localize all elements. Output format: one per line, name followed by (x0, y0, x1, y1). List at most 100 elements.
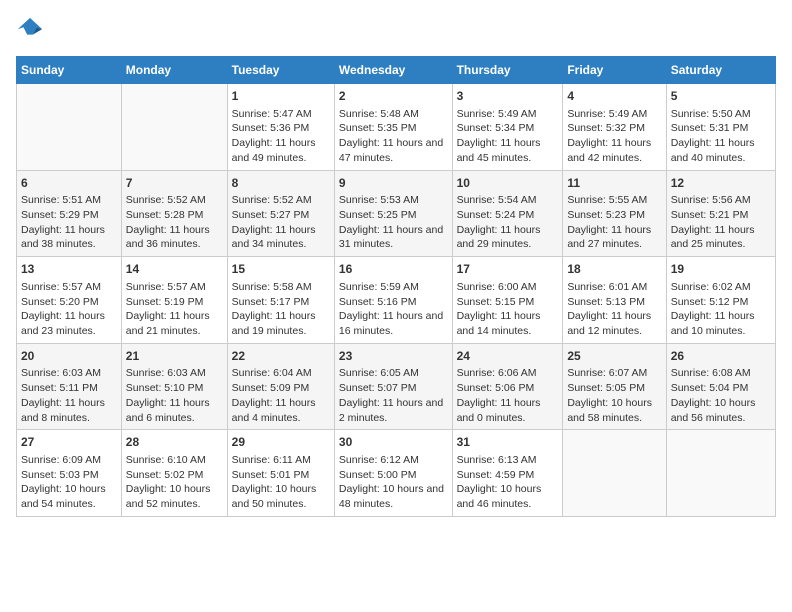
day-number: 14 (126, 261, 223, 278)
calendar-cell: 10Sunrise: 5:54 AM Sunset: 5:24 PM Dayli… (452, 170, 563, 257)
day-number: 18 (567, 261, 661, 278)
calendar-cell: 17 Sunrise: 6:00 AM Sunset: 5:15 PM Dayli… (452, 257, 563, 344)
day-number: 10 (457, 175, 559, 192)
calendar-cell: 29 Sunrise: 6:11 AM Sunset: 5:01 PM Dayli… (227, 430, 334, 517)
calendar-cell: 28 Sunrise: 6:10 AM Sunset: 5:02 PM Dayli… (121, 430, 227, 517)
calendar-cell: 21Sunrise: 6:03 AM Sunset: 5:10 PM Dayli… (121, 343, 227, 430)
day-info: Sunrise: 6:13 AM Sunset: 4:59 PM Dayligh… (457, 453, 559, 512)
day-info: Sunrise: 5:54 AM Sunset: 5:24 PM Dayligh… (457, 193, 559, 252)
day-info: Sunrise: 5:50 AM Sunset: 5:31 PM Dayligh… (671, 107, 771, 166)
calendar-cell: 6Sunrise: 5:51 AM Sunset: 5:29 PM Daylig… (17, 170, 122, 257)
calendar-cell: 4 Sunrise: 5:49 AM Sunset: 5:32 PM Daylig… (563, 84, 666, 171)
day-number: 4 (567, 88, 661, 105)
calendar-cell: 22Sunrise: 6:04 AM Sunset: 5:09 PM Dayli… (227, 343, 334, 430)
day-info: Sunrise: 5:52 AM Sunset: 5:27 PM Dayligh… (232, 193, 330, 252)
calendar-table: SundayMondayTuesdayWednesdayThursdayFrid… (16, 56, 776, 517)
calendar-row: 1Sunrise: 5:47 AM Sunset: 5:36 PM Daylig… (17, 84, 776, 171)
day-info: Sunrise: 5:52 AM Sunset: 5:28 PM Dayligh… (126, 193, 223, 252)
calendar-cell (17, 84, 122, 171)
calendar-cell: 19 Sunrise: 6:02 AM Sunset: 5:12 PM Dayli… (666, 257, 775, 344)
day-info: Sunrise: 5:51 AM Sunset: 5:29 PM Dayligh… (21, 193, 117, 252)
calendar-cell: 3 Sunrise: 5:49 AM Sunset: 5:34 PM Daylig… (452, 84, 563, 171)
day-info: Sunrise: 6:11 AM Sunset: 5:01 PM Dayligh… (232, 453, 330, 512)
day-number: 11 (567, 175, 661, 192)
day-number: 24 (457, 348, 559, 365)
calendar-cell: 24Sunrise: 6:06 AM Sunset: 5:06 PM Dayli… (452, 343, 563, 430)
logo-icon (16, 16, 44, 44)
day-info: Sunrise: 5:49 AM Sunset: 5:34 PM Dayligh… (457, 107, 559, 166)
calendar-row: 20Sunrise: 6:03 AM Sunset: 5:11 PM Dayli… (17, 343, 776, 430)
day-number: 6 (21, 175, 117, 192)
day-number: 22 (232, 348, 330, 365)
day-number: 25 (567, 348, 661, 365)
day-info: Sunrise: 5:48 AM Sunset: 5:35 PM Dayligh… (339, 107, 448, 166)
day-info: Sunrise: 5:53 AM Sunset: 5:25 PM Dayligh… (339, 193, 448, 252)
calendar-cell: 9Sunrise: 5:53 AM Sunset: 5:25 PM Daylig… (334, 170, 452, 257)
calendar-cell: 23Sunrise: 6:05 AM Sunset: 5:07 PM Dayli… (334, 343, 452, 430)
calendar-cell: 14 Sunrise: 5:57 AM Sunset: 5:19 PM Dayli… (121, 257, 227, 344)
day-number: 7 (126, 175, 223, 192)
day-info: Sunrise: 6:12 AM Sunset: 5:00 PM Dayligh… (339, 453, 448, 512)
calendar-cell: 11Sunrise: 5:55 AM Sunset: 5:23 PM Dayli… (563, 170, 666, 257)
calendar-row: 6Sunrise: 5:51 AM Sunset: 5:29 PM Daylig… (17, 170, 776, 257)
day-info: Sunrise: 5:49 AM Sunset: 5:32 PM Dayligh… (567, 107, 661, 166)
calendar-cell: 1Sunrise: 5:47 AM Sunset: 5:36 PM Daylig… (227, 84, 334, 171)
day-number: 13 (21, 261, 117, 278)
day-info: Sunrise: 5:57 AM Sunset: 5:19 PM Dayligh… (126, 280, 223, 339)
calendar-cell: 2 Sunrise: 5:48 AM Sunset: 5:35 PM Daylig… (334, 84, 452, 171)
day-info: Sunrise: 5:56 AM Sunset: 5:21 PM Dayligh… (671, 193, 771, 252)
calendar-cell: 31 Sunrise: 6:13 AM Sunset: 4:59 PM Dayli… (452, 430, 563, 517)
day-number: 27 (21, 434, 117, 451)
day-number: 9 (339, 175, 448, 192)
calendar-cell: 13Sunrise: 5:57 AM Sunset: 5:20 PM Dayli… (17, 257, 122, 344)
calendar-cell: 27 Sunrise: 6:09 AM Sunset: 5:03 PM Dayli… (17, 430, 122, 517)
day-info: Sunrise: 6:02 AM Sunset: 5:12 PM Dayligh… (671, 280, 771, 339)
calendar-row: 27 Sunrise: 6:09 AM Sunset: 5:03 PM Dayli… (17, 430, 776, 517)
day-info: Sunrise: 5:59 AM Sunset: 5:16 PM Dayligh… (339, 280, 448, 339)
calendar-cell: 5 Sunrise: 5:50 AM Sunset: 5:31 PM Daylig… (666, 84, 775, 171)
day-number: 8 (232, 175, 330, 192)
day-number: 16 (339, 261, 448, 278)
day-number: 23 (339, 348, 448, 365)
day-number: 20 (21, 348, 117, 365)
day-info: Sunrise: 6:00 AM Sunset: 5:15 PM Dayligh… (457, 280, 559, 339)
calendar-cell: 26Sunrise: 6:08 AM Sunset: 5:04 PM Dayli… (666, 343, 775, 430)
day-number: 28 (126, 434, 223, 451)
calendar-cell: 18Sunrise: 6:01 AM Sunset: 5:13 PM Dayli… (563, 257, 666, 344)
calendar-cell (563, 430, 666, 517)
day-number: 3 (457, 88, 559, 105)
day-number: 26 (671, 348, 771, 365)
weekday-header: Tuesday (227, 57, 334, 84)
calendar-cell: 16 Sunrise: 5:59 AM Sunset: 5:16 PM Dayli… (334, 257, 452, 344)
weekday-header: Monday (121, 57, 227, 84)
weekday-header: Thursday (452, 57, 563, 84)
day-number: 5 (671, 88, 771, 105)
calendar-cell (121, 84, 227, 171)
day-info: Sunrise: 6:03 AM Sunset: 5:10 PM Dayligh… (126, 366, 223, 425)
day-info: Sunrise: 6:09 AM Sunset: 5:03 PM Dayligh… (21, 453, 117, 512)
day-info: Sunrise: 5:55 AM Sunset: 5:23 PM Dayligh… (567, 193, 661, 252)
logo (16, 16, 48, 44)
weekday-header: Friday (563, 57, 666, 84)
day-number: 1 (232, 88, 330, 105)
calendar-cell: 7Sunrise: 5:52 AM Sunset: 5:28 PM Daylig… (121, 170, 227, 257)
day-info: Sunrise: 6:10 AM Sunset: 5:02 PM Dayligh… (126, 453, 223, 512)
weekday-header: Sunday (17, 57, 122, 84)
day-number: 12 (671, 175, 771, 192)
calendar-cell: 30Sunrise: 6:12 AM Sunset: 5:00 PM Dayli… (334, 430, 452, 517)
day-number: 31 (457, 434, 559, 451)
day-info: Sunrise: 6:05 AM Sunset: 5:07 PM Dayligh… (339, 366, 448, 425)
day-number: 2 (339, 88, 448, 105)
calendar-cell (666, 430, 775, 517)
day-number: 15 (232, 261, 330, 278)
day-number: 19 (671, 261, 771, 278)
calendar-cell: 8Sunrise: 5:52 AM Sunset: 5:27 PM Daylig… (227, 170, 334, 257)
day-info: Sunrise: 6:03 AM Sunset: 5:11 PM Dayligh… (21, 366, 117, 425)
day-number: 17 (457, 261, 559, 278)
day-number: 29 (232, 434, 330, 451)
day-number: 21 (126, 348, 223, 365)
day-info: Sunrise: 6:06 AM Sunset: 5:06 PM Dayligh… (457, 366, 559, 425)
weekday-header: Wednesday (334, 57, 452, 84)
day-info: Sunrise: 6:04 AM Sunset: 5:09 PM Dayligh… (232, 366, 330, 425)
calendar-cell: 15Sunrise: 5:58 AM Sunset: 5:17 PM Dayli… (227, 257, 334, 344)
